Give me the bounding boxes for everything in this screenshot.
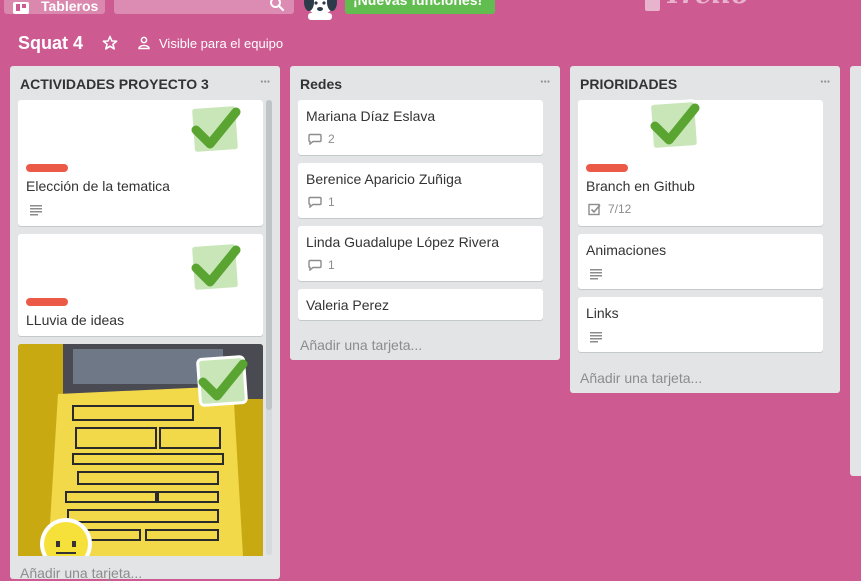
card-label-red bbox=[26, 164, 68, 172]
card-title: Links bbox=[586, 305, 619, 321]
app-header: Tableros ¡Nuevas funciones! Trello bbox=[0, 0, 861, 20]
description-icon bbox=[30, 205, 42, 216]
team-icon bbox=[138, 36, 150, 50]
trello-logo-icon bbox=[645, 0, 660, 11]
card-title: Valeria Perez bbox=[306, 297, 390, 313]
card-animaciones[interactable]: Animaciones bbox=[578, 234, 823, 289]
card-berenice[interactable]: Berenice Aparicio Zuñiga 1 bbox=[298, 163, 543, 218]
card-eleccion[interactable]: Elección de la tematica bbox=[18, 100, 263, 226]
scrollbar-thumb[interactable] bbox=[266, 100, 272, 410]
card-photo-cover[interactable] bbox=[18, 344, 263, 556]
card-title: Branch en Github bbox=[586, 178, 695, 194]
list-partial[interactable] bbox=[850, 66, 861, 476]
card-title: LLuvia de ideas bbox=[26, 312, 125, 328]
checklist-icon bbox=[588, 203, 601, 216]
check-sticker-icon bbox=[648, 99, 700, 151]
card-label-red bbox=[26, 298, 68, 306]
list-title[interactable]: PRIORIDADES bbox=[580, 76, 677, 92]
boards-icon bbox=[13, 2, 29, 14]
list-menu-icon[interactable]: ··· bbox=[540, 74, 551, 89]
list-prioridades: PRIORIDADES ··· Branch en Github 7/12 An… bbox=[570, 66, 840, 393]
checklist-count: 7/12 bbox=[608, 202, 632, 216]
card-title: Berenice Aparicio Zuñiga bbox=[306, 171, 462, 187]
star-icon[interactable] bbox=[102, 35, 118, 51]
card-linda[interactable]: Linda Guadalupe López Rivera 1 bbox=[298, 226, 543, 281]
board-title[interactable]: Squat 4 bbox=[18, 33, 83, 54]
search-icon[interactable] bbox=[269, 0, 285, 12]
list-header: PRIORIDADES ··· bbox=[570, 66, 840, 100]
check-sticker-icon bbox=[189, 103, 241, 155]
check-sticker-icon bbox=[196, 355, 248, 407]
card-title: Elección de la tematica bbox=[26, 178, 170, 194]
list-redes: Redes ··· Mariana Díaz Eslava 2 Berenice… bbox=[290, 66, 560, 360]
search-input[interactable] bbox=[114, 0, 294, 14]
list-title[interactable]: ACTIVIDADES PROYECTO 3 bbox=[20, 76, 209, 92]
list-scrollbar[interactable] bbox=[266, 100, 272, 555]
list-menu-icon[interactable]: ··· bbox=[260, 74, 271, 89]
card-mariana[interactable]: Mariana Díaz Eslava 2 bbox=[298, 100, 543, 155]
comments-count: 1 bbox=[328, 195, 335, 209]
description-icon bbox=[590, 269, 602, 280]
list-menu-icon[interactable]: ··· bbox=[820, 74, 831, 89]
card-label-red bbox=[586, 164, 628, 172]
add-card-link[interactable]: Añadir una tarjeta... bbox=[300, 337, 422, 353]
trello-logo[interactable]: Trello bbox=[645, 0, 749, 12]
card-links[interactable]: Links bbox=[578, 297, 823, 352]
list-header: Redes ··· bbox=[290, 66, 560, 100]
card-title: Linda Guadalupe López Rivera bbox=[306, 234, 500, 250]
mascot-dog-icon bbox=[304, 0, 337, 20]
comments-count: 1 bbox=[328, 258, 335, 272]
boards-button[interactable]: Tableros bbox=[4, 0, 105, 14]
comment-icon bbox=[308, 196, 322, 208]
card-title: Animaciones bbox=[586, 242, 667, 258]
list-header: ACTIVIDADES PROYECTO 3 ··· bbox=[10, 66, 280, 100]
boards-label: Tableros bbox=[41, 0, 99, 14]
visibility-label: Visible para el equipo bbox=[159, 36, 284, 51]
comment-icon bbox=[308, 259, 322, 271]
check-sticker-icon bbox=[189, 241, 241, 293]
card-title: Mariana Díaz Eslava bbox=[306, 108, 436, 124]
add-card-link[interactable]: Añadir una tarjeta... bbox=[580, 370, 702, 386]
trello-logo-text: Trello bbox=[664, 0, 749, 10]
card-lluvia[interactable]: LLuvia de ideas bbox=[18, 234, 263, 336]
comments-count: 2 bbox=[328, 132, 335, 146]
description-icon bbox=[590, 332, 602, 343]
card-branch-github[interactable]: Branch en Github 7/12 bbox=[578, 99, 823, 226]
new-features-button[interactable]: ¡Nuevas funciones! bbox=[345, 0, 495, 14]
card-valeria[interactable]: Valeria Perez bbox=[298, 289, 543, 320]
comment-icon bbox=[308, 133, 322, 145]
list-title[interactable]: Redes bbox=[300, 76, 342, 92]
